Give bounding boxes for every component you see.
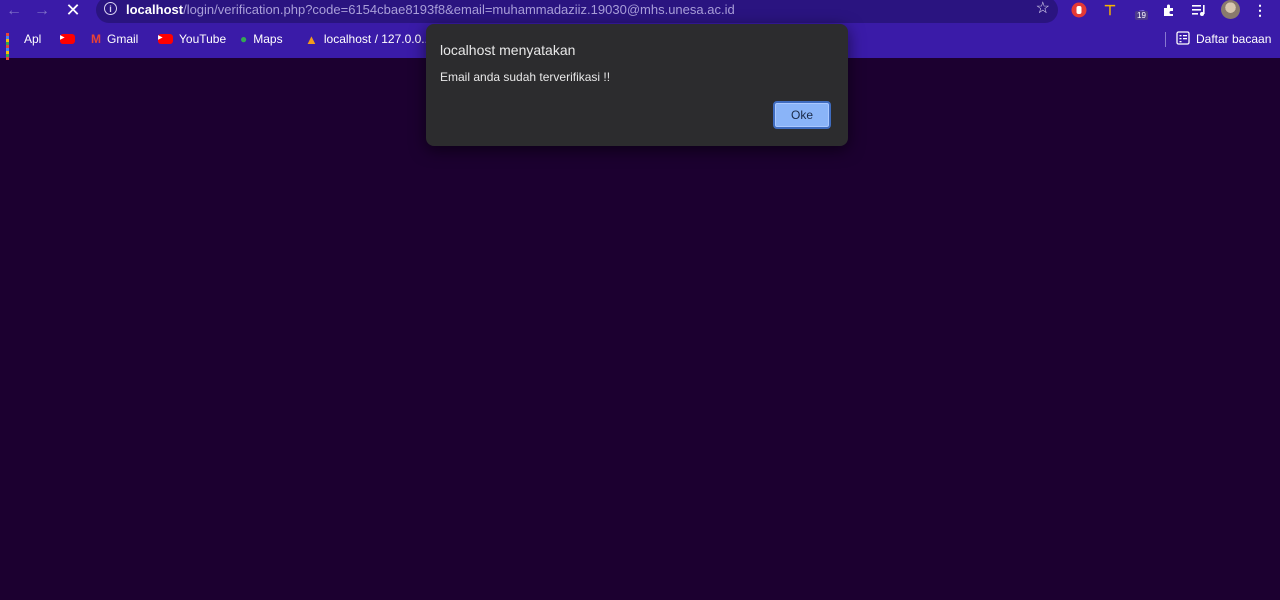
navigation-row: ← → ✕ i localhost/login/verification.php… (0, 0, 1280, 23)
bookmarks-divider (1165, 32, 1166, 47)
dialog-message: Email anda sudah terverifikasi !! (440, 70, 611, 84)
bookmark-phpmyadmin[interactable]: ▲ localhost / 127.0.0.... (305, 29, 435, 49)
reading-list-label: Daftar bacaan (1196, 32, 1272, 46)
apps-grid-icon (6, 33, 18, 60)
bookmark-label: Apl (24, 32, 42, 46)
forward-arrow-icon[interactable]: → (30, 0, 54, 21)
address-bar[interactable]: i localhost/login/verification.php?code=… (96, 0, 1058, 23)
url-text[interactable]: localhost/login/verification.php?code=61… (126, 2, 735, 17)
phpmyadmin-icon: ▲ (305, 31, 318, 47)
bookmark-label: localhost / 127.0.0.... (323, 32, 435, 46)
bookmark-youtube-icon-only[interactable]: ▶ (60, 29, 81, 49)
alert-dialog: localhost menyatakan Email anda sudah te… (426, 24, 848, 146)
bookmark-maps[interactable]: ● Maps (240, 29, 283, 49)
bookmark-star-icon[interactable]: ☆ (1036, 0, 1050, 18)
stop-loading-icon[interactable]: ✕ (61, 0, 85, 21)
extension-flag-icon[interactable]: ⊤ (1101, 1, 1119, 19)
bookmark-apps[interactable]: Apl (6, 29, 42, 60)
bookmark-label: Gmail (107, 32, 139, 46)
ok-button[interactable]: Oke (773, 101, 831, 129)
dialog-title: localhost menyatakan (440, 42, 576, 58)
extension-red-hand-icon[interactable] (1070, 1, 1088, 19)
bookmark-label: YouTube (179, 32, 227, 46)
reading-list-button[interactable]: Daftar bacaan (1176, 29, 1271, 49)
profile-avatar[interactable] (1221, 0, 1240, 19)
gmail-icon: M (91, 32, 101, 46)
extension-badge: 19 (1135, 11, 1148, 20)
maps-icon: ● (240, 32, 248, 46)
reading-list-icon (1176, 30, 1190, 48)
bookmark-gmail[interactable]: M Gmail (91, 29, 138, 49)
url-host: localhost (126, 2, 184, 17)
youtube-icon: ▶ (60, 34, 75, 44)
site-info-icon[interactable]: i (104, 2, 117, 15)
youtube-icon: ▶ (158, 34, 173, 44)
media-queue-icon[interactable] (1190, 1, 1208, 19)
url-path: /login/verification.php?code=6154cbae819… (183, 2, 735, 17)
bookmark-youtube[interactable]: ▶ YouTube (158, 29, 226, 49)
more-vert-icon[interactable]: ⋮ (1251, 1, 1269, 19)
back-arrow-icon[interactable]: ← (2, 0, 26, 21)
puzzle-icon[interactable] (1160, 1, 1178, 19)
bookmark-label: Maps (253, 32, 283, 46)
